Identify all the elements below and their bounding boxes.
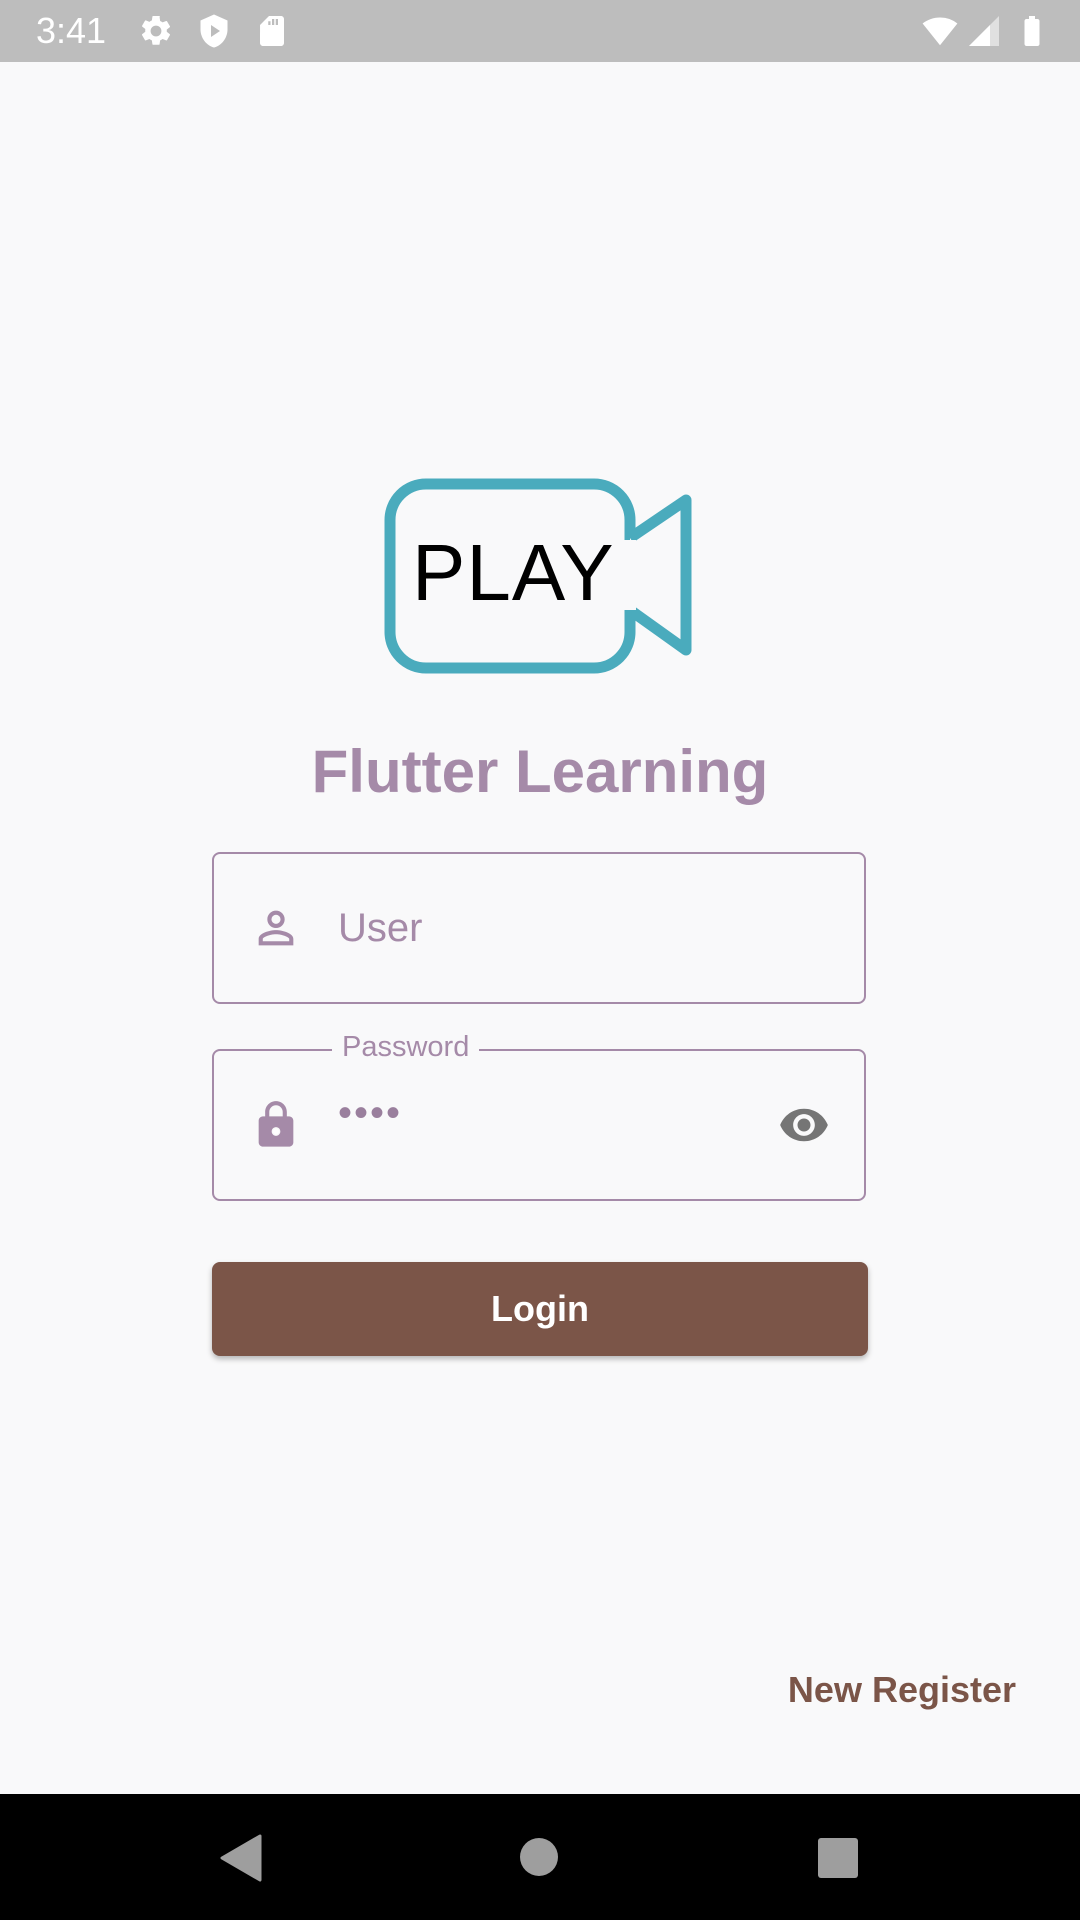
logo-text: PLAY [412,528,615,617]
lock-icon [258,1101,294,1147]
recents-icon[interactable] [818,1838,858,1878]
wifi-icon [922,17,958,46]
new-register-button[interactable]: New Register [788,1666,1016,1714]
password-label: Password [332,1027,480,1067]
login-button[interactable]: Login [212,1262,868,1356]
app-title: Flutter Learning [311,738,769,805]
password-field[interactable]: Password •••• [212,1027,866,1201]
play-logo: PLAY [384,478,696,682]
login-screen: 3:41 PLAY Flutter Learning User Password… [0,0,1080,1920]
eye-icon[interactable] [774,1099,834,1151]
status-bar: 3:41 [0,0,1080,62]
battery-icon [1024,16,1040,46]
sd-card-icon [260,16,284,46]
user-field[interactable]: User [212,852,866,1004]
back-icon[interactable] [218,1834,262,1882]
password-value: •••• [338,1091,403,1135]
user-placeholder: User [338,906,423,950]
settings-icon [141,15,171,45]
cell-signal-icon [969,16,999,46]
person-icon [258,910,294,946]
navigation-bar [0,1794,1080,1920]
shield-play-icon [200,14,228,48]
home-icon[interactable] [520,1838,558,1876]
status-time: 3:41 [36,10,107,51]
